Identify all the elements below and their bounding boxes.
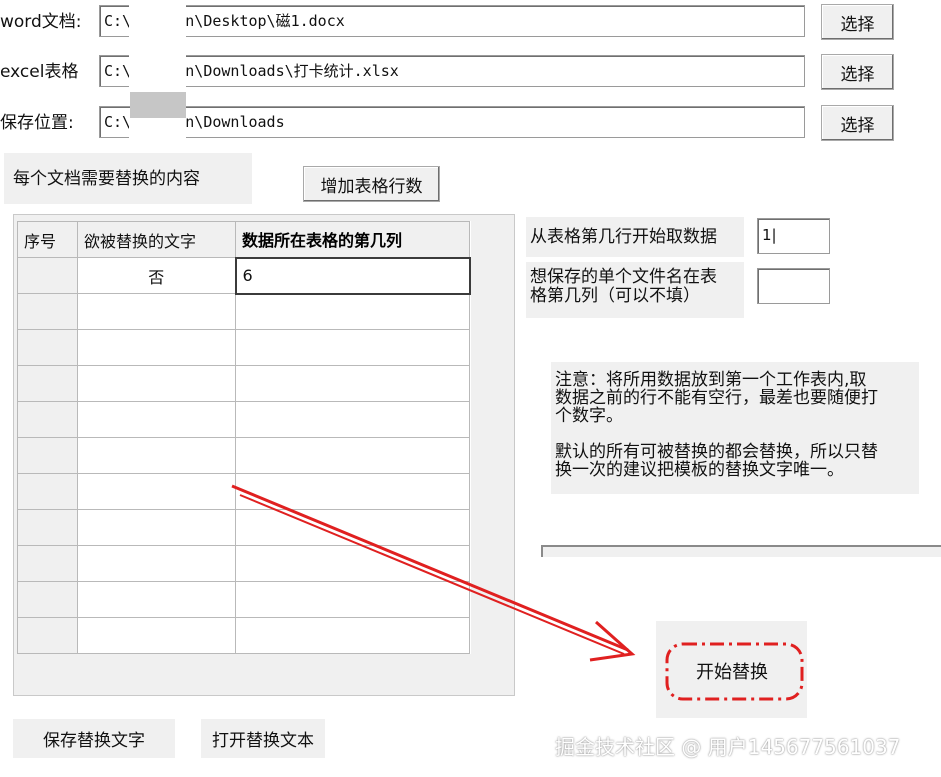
save-replace-text-button[interactable]: 保存替换文字 — [13, 719, 175, 758]
annotation-circle — [665, 642, 804, 701]
annotation-overlay — [231, 484, 804, 701]
annotation-arrow — [231, 484, 636, 662]
open-replace-text-button[interactable]: 打开替换文本 — [201, 719, 325, 758]
watermark-text: 掘金技术社区 @ 用户145677561037 — [555, 735, 901, 759]
